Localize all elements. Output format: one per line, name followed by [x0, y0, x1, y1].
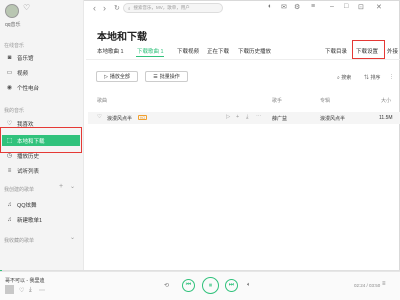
radio-icon: ◉ — [6, 85, 13, 91]
settings-icon[interactable]: ⚙ — [294, 3, 300, 11]
play-icon[interactable]: ▷ — [226, 114, 230, 120]
sort-icon: ⇅ — [364, 75, 370, 81]
mail-icon[interactable]: ✉ — [281, 3, 287, 11]
hq-badge: HQ — [138, 115, 147, 120]
search-icon: ⌕ — [337, 75, 340, 81]
sidebar-item-label: QQ炫舞 — [17, 202, 37, 209]
song-size: 11.5M — [379, 115, 393, 121]
loop-mode-icon[interactable]: ⟲ — [164, 282, 169, 289]
section-collected-playlists: 我收藏的歌单 — [4, 238, 35, 244]
sidebar-item-radio[interactable]: ◉ 个性电台 — [2, 82, 80, 93]
active-tab-indicator — [136, 56, 164, 57]
batch-operation-button[interactable]: ☰ 批量操作 — [145, 71, 188, 82]
download-folder-link[interactable]: 下载目录 — [325, 47, 347, 55]
avatar[interactable] — [5, 4, 19, 18]
play-icon: ▷ — [104, 73, 108, 80]
album-cover[interactable] — [5, 285, 14, 294]
fullscreen-icon[interactable]: ⊡ — [358, 3, 364, 11]
user-name[interactable]: qq音乐 — [5, 21, 21, 28]
vip-heart-icon[interactable]: ♡ — [23, 3, 30, 12]
collapse-icon[interactable]: ⌄ — [70, 234, 75, 241]
column-header-song[interactable]: 歌曲 — [97, 97, 107, 104]
pause-button[interactable]: ⏸ — [202, 277, 219, 294]
add-icon[interactable]: + — [236, 114, 239, 120]
sidebar-item-music-hall[interactable]: ◙ 音乐馆 — [2, 52, 80, 63]
playback-time: 02:24 / 03:50 — [354, 283, 381, 288]
highlight-box-settings — [352, 40, 385, 59]
tab-downloaded-songs[interactable]: 下载歌曲 1 — [137, 47, 164, 55]
external-link[interactable]: 外接 — [387, 47, 398, 55]
tab-downloading[interactable]: 正在下载 — [207, 47, 229, 55]
skin-icon[interactable]: ◐ — [268, 3, 272, 10]
video-icon: ▭ — [6, 70, 13, 76]
play-all-button[interactable]: ▷ 播放全部 — [96, 71, 138, 82]
section-created-playlists: 我创建的歌单 — [4, 187, 35, 193]
back-arrow-icon[interactable]: ‹ — [93, 3, 96, 13]
more-icon[interactable]: ⋯ — [256, 114, 262, 120]
search-icon: ⌕ — [128, 5, 131, 11]
sidebar-item-playlist-new[interactable]: ♫ 新建歌单1 — [2, 214, 80, 225]
music-hall-icon: ◙ — [7, 54, 12, 61]
column-header-artist[interactable]: 歌手 — [272, 97, 282, 104]
history-icon: ◷ — [6, 153, 13, 159]
sidebar-item-label: 试听列表 — [17, 168, 40, 175]
collapse-icon[interactable]: ⌄ — [70, 183, 75, 190]
divider — [86, 59, 400, 60]
heart-icon: ♡ — [6, 121, 13, 127]
list-icon: ≡ — [7, 167, 12, 174]
sidebar-item-video[interactable]: ▭ 视频 — [2, 67, 80, 78]
minimize-icon[interactable]: – — [330, 3, 334, 10]
like-heart-icon[interactable]: ♡ — [19, 287, 24, 294]
sort-button[interactable]: ⇅ 排序 — [364, 74, 380, 81]
sidebar-item-label: 音乐馆 — [17, 55, 34, 62]
forward-arrow-icon[interactable]: › — [103, 3, 106, 13]
highlight-box-sidebar — [0, 127, 82, 153]
search-input[interactable]: ⌕ 搜索音乐，MV，歌单，用户 — [123, 3, 223, 13]
next-button[interactable]: ⏭ — [225, 279, 238, 292]
playlist-queue-icon[interactable]: ≡ — [382, 281, 386, 287]
batch-icon: ☰ — [153, 73, 158, 80]
section-online-music: 在线音乐 — [4, 43, 25, 49]
download-icon[interactable]: ⤓ — [29, 287, 32, 294]
previous-button[interactable]: ⏮ — [182, 279, 195, 292]
download-icon[interactable]: ⤓ — [246, 114, 248, 121]
column-header-album[interactable]: 专辑 — [320, 97, 330, 104]
more-icon[interactable]: ⋮ — [389, 74, 394, 80]
search-list-button[interactable]: ⌕ 搜索 — [337, 74, 351, 81]
sidebar-item-label: 个性电台 — [17, 85, 40, 92]
section-my-music: 我的音乐 — [4, 108, 25, 114]
column-header-size[interactable]: 大小 — [381, 97, 391, 104]
sidebar-item-playlist-qq[interactable]: ♫ QQ炫舞 — [2, 199, 80, 210]
tab-download-history[interactable]: 下载历史播放 — [238, 47, 271, 55]
tab-local-songs[interactable]: 本地歌曲 1 — [97, 47, 124, 55]
playlist-icon: ♫ — [7, 201, 12, 208]
more-icon[interactable]: ⋯ — [39, 287, 45, 294]
now-playing-title[interactable]: 哥不可以 - 我里迪 — [5, 277, 44, 284]
menu-icon[interactable]: ≡ — [311, 3, 315, 10]
volume-icon[interactable]: 🔈︎ — [247, 282, 251, 289]
like-heart-icon[interactable]: ♡ — [97, 114, 102, 120]
playlist-icon: ♫ — [7, 216, 12, 223]
refresh-icon[interactable]: ↻ — [114, 4, 120, 12]
sidebar-item-label: 新建歌单1 — [17, 217, 43, 224]
sidebar-item-trial-list[interactable]: ≡ 试听列表 — [2, 165, 80, 176]
close-icon[interactable]: ✕ — [376, 3, 382, 11]
maximize-icon[interactable]: □ — [344, 3, 348, 10]
table-row[interactable] — [88, 112, 400, 124]
song-title[interactable]: 浪漫风点半 — [107, 115, 132, 122]
song-artist[interactable]: 薛广益 — [272, 115, 287, 122]
player-bar — [0, 271, 400, 300]
song-album[interactable]: 浪漫风点半 — [320, 115, 345, 122]
search-placeholder: 搜索音乐，MV，歌单，用户 — [133, 5, 190, 10]
sidebar-item-label: 视频 — [17, 70, 29, 77]
add-playlist-icon[interactable]: + — [59, 183, 63, 190]
page-title: 本地和下载 — [97, 32, 147, 43]
tab-downloaded-videos[interactable]: 下载视频 — [177, 47, 199, 55]
